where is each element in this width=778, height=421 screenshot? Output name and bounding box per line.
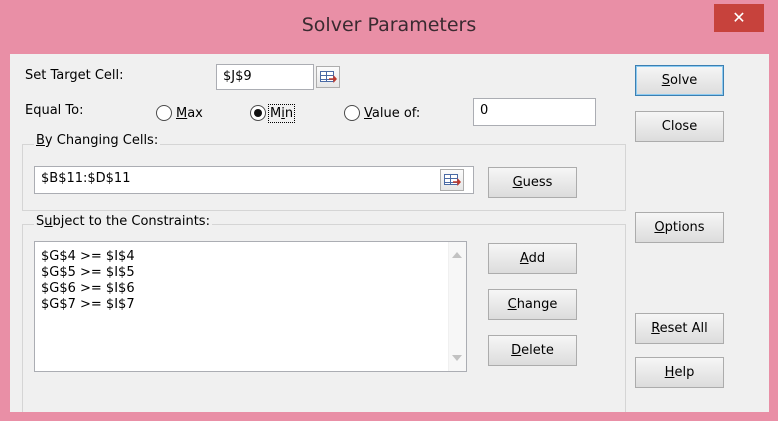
list-item[interactable]: $G$6 >= $I$6: [41, 281, 135, 296]
window-title: Solver Parameters: [301, 14, 477, 36]
list-item[interactable]: $G$5 >= $I$5: [41, 265, 135, 280]
target-cell-picker-button[interactable]: [316, 66, 340, 88]
solver-parameters-dialog: Solver Parameters ✕ Set Target Cell: $J$…: [0, 0, 778, 421]
max-radio[interactable]: [156, 105, 172, 121]
solve-button[interactable]: Solve: [635, 65, 724, 96]
change-button[interactable]: Change: [488, 289, 577, 320]
set-target-cell-label: Set Target Cell:: [25, 68, 124, 83]
constraints-listbox[interactable]: $G$4 >= $I$4 $G$5 >= $I$5 $G$6 >= $I$6 $…: [34, 241, 467, 372]
value-of-input[interactable]: 0: [473, 98, 596, 126]
target-cell-input[interactable]: $J$9: [216, 64, 314, 90]
value-of-radio[interactable]: [344, 105, 360, 121]
list-item[interactable]: $G$4 >= $I$4: [41, 249, 135, 264]
min-radio[interactable]: [250, 105, 266, 121]
options-button[interactable]: Options: [635, 212, 724, 243]
constraints-label: Subject to the Constraints:: [34, 214, 212, 229]
selected-dot: [254, 109, 262, 117]
max-label: Max: [176, 106, 203, 121]
guess-button[interactable]: Guess: [488, 167, 577, 198]
delete-button[interactable]: Delete: [488, 335, 577, 366]
close-window-button[interactable]: ✕: [714, 4, 764, 32]
range-picker-icon: [320, 71, 334, 82]
equal-to-label: Equal To:: [25, 103, 84, 118]
min-label: Min: [267, 104, 296, 123]
add-button[interactable]: Add: [488, 243, 577, 274]
help-button[interactable]: Help: [635, 357, 724, 388]
range-picker-icon: [444, 174, 458, 185]
changing-cells-picker-button[interactable]: [440, 169, 464, 191]
scroll-down-arrow-icon[interactable]: [452, 355, 462, 361]
scroll-up-arrow-icon[interactable]: [452, 252, 462, 258]
reset-all-button[interactable]: Reset All: [635, 313, 724, 344]
list-item[interactable]: $G$7 >= $I$7: [41, 297, 135, 312]
by-changing-cells-label: By Changing Cells:: [34, 133, 161, 148]
value-of-label: Value of:: [364, 106, 421, 121]
changing-cells-input[interactable]: $B$11:$D$11: [34, 166, 474, 194]
title-bar[interactable]: Solver Parameters ✕: [0, 0, 778, 52]
constraints-scrollbar[interactable]: [448, 242, 466, 371]
close-button[interactable]: Close: [635, 111, 724, 142]
close-icon: ✕: [732, 8, 746, 27]
dialog-body: Set Target Cell: $J$9 Equal To: Max Min …: [10, 54, 769, 412]
